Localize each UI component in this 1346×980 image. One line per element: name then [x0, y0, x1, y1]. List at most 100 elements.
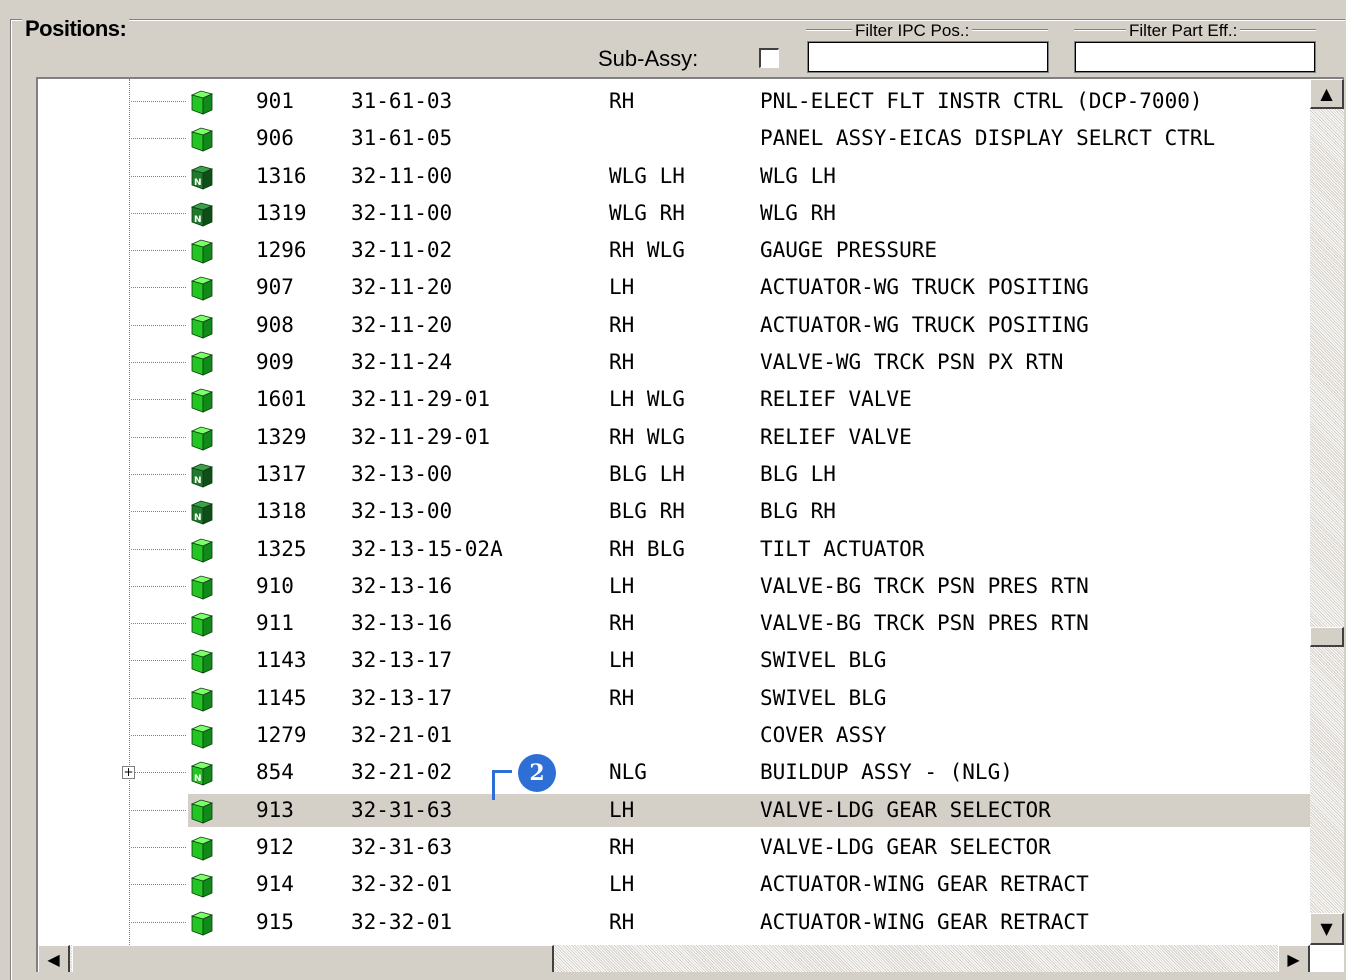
vertical-scroll-thumb[interactable]: [1310, 627, 1344, 647]
expand-node-button[interactable]: +: [122, 766, 135, 780]
ipc-position: 854: [256, 760, 294, 785]
positions-tree-list[interactable]: 901 31-61-03 RH PNL-ELECT FLT INSTR CTRL (D…: [36, 77, 1344, 972]
tree-row[interactable]: 908 32-11-20 RH ACTUATOR-WG TRUCK POSITING: [38, 307, 1310, 344]
part-description: VALVE-WG TRCK PSN PX RTN: [760, 350, 1064, 375]
ipc-number: 32-13-17: [351, 685, 453, 710]
tree-branch-line: [131, 623, 186, 625]
part-effectivity: RH: [609, 312, 635, 337]
tree-branch-line: [131, 324, 186, 326]
tree-row[interactable]: 1279 32-21-01 COVER ASSY: [38, 717, 1310, 754]
scroll-up-button[interactable]: ▲: [1310, 79, 1344, 109]
tree-branch-line: [131, 101, 186, 102]
tree-row[interactable]: 913 32-31-63 LH VALVE-LDG GEAR SELECTOR: [38, 792, 1310, 829]
green-cube-icon: [188, 834, 214, 862]
tree-row[interactable]: N 1316 32-11-00 WLG LH WLG LH: [38, 158, 1310, 195]
ipc-number: 32-11-29-01: [351, 424, 491, 449]
tree-branch-line: [131, 362, 186, 364]
green-cube-icon: [188, 312, 214, 340]
scroll-down-button[interactable]: ▼: [1310, 913, 1344, 945]
tree-row[interactable]: 910 32-13-16 LH VALVE-BG TRCK PSN PRES RTN: [38, 568, 1310, 605]
ipc-number: 32-11-20: [351, 312, 453, 337]
green-cube-icon: [188, 685, 214, 713]
tree-row[interactable]: N 1317 32-13-00 BLG LH BLG LH: [38, 456, 1310, 493]
tree-row[interactable]: + N 854 32-21-02 NLG BUILDUP ASSY - (NLG): [38, 754, 1310, 791]
tree-row[interactable]: 914 32-32-01 LH ACTUATOR-WING GEAR RETRACT: [38, 866, 1310, 903]
tree-branch-line: [131, 287, 186, 289]
part-effectivity: RH BLG: [609, 536, 685, 561]
part-description: VALVE-LDG GEAR SELECTOR: [760, 834, 1051, 859]
filter-part-eff-input[interactable]: [1074, 41, 1316, 73]
ipc-position: 1601: [256, 387, 307, 412]
part-description: VALVE-BG TRCK PSN PRES RTN: [760, 573, 1089, 598]
part-description: ACTUATOR-WING GEAR RETRACT: [760, 909, 1089, 934]
ipc-number: 31-61-05: [351, 126, 453, 151]
horizontal-scroll-thumb[interactable]: [72, 945, 554, 972]
part-description: BUILDUP ASSY - (NLG): [760, 760, 1013, 785]
tree-row[interactable]: 1143 32-13-17 LH SWIVEL BLG: [38, 642, 1310, 679]
ipc-number: 32-32-01: [351, 872, 453, 897]
part-effectivity: LH: [609, 573, 635, 598]
tree-row[interactable]: 907 32-11-20 LH ACTUATOR-WG TRUCK POSITING: [38, 269, 1310, 306]
tree-branch-line: [131, 175, 186, 177]
svg-text:N: N: [194, 774, 202, 784]
green-cube-icon: [188, 349, 214, 377]
part-description: BLG RH: [760, 499, 836, 524]
green-cube-icon: [188, 424, 214, 452]
tree-row[interactable]: 1145 32-13-17 RH SWIVEL BLG: [38, 680, 1310, 717]
part-description: GAUGE PRESSURE: [760, 238, 938, 263]
ipc-number: 32-11-29-01: [351, 387, 491, 412]
tree-row[interactable]: 915 32-32-01 RH ACTUATOR-WING GEAR RETRACT: [38, 904, 1310, 941]
filter-ipc-input[interactable]: [807, 41, 1049, 73]
tree-branch-line: [131, 436, 186, 438]
svg-text:N: N: [194, 215, 202, 225]
part-description: PANEL ASSY-EICAS DISPLAY SELRCT CTRL: [760, 126, 1216, 151]
part-effectivity: LH WLG: [609, 387, 685, 412]
green-cube-icon: [188, 125, 214, 153]
tree-branch-line: [131, 846, 186, 848]
positions-title: Positions:: [22, 16, 130, 42]
tree-branch-line: [131, 511, 186, 513]
ipc-position: 1319: [256, 200, 307, 225]
tree-branch-line: [131, 735, 186, 737]
svg-text:N: N: [194, 513, 202, 523]
sub-assy-checkbox[interactable]: [759, 48, 779, 68]
part-effectivity: RH: [609, 89, 635, 113]
vertical-scrollbar[interactable]: ▲ ▼: [1310, 79, 1344, 945]
tree-row[interactable]: N 1318 32-13-00 BLG RH BLG RH: [38, 493, 1310, 530]
tree-row[interactable]: 912 32-31-63 RH VALVE-LDG GEAR SELECTOR: [38, 829, 1310, 866]
scroll-left-button[interactable]: ◀: [38, 945, 70, 972]
ipc-number: 32-11-00: [351, 163, 453, 188]
part-description: SWIVEL BLG: [760, 685, 887, 710]
tree-row[interactable]: 909 32-11-24 RH VALVE-WG TRCK PSN PX RTN: [38, 344, 1310, 381]
ipc-position: 1329: [256, 424, 307, 449]
tree-row[interactable]: 1329 32-11-29-01 RH WLG RELIEF VALVE: [38, 419, 1310, 456]
green-cube-icon: [188, 722, 214, 750]
ipc-number: 32-13-00: [351, 461, 453, 486]
ipc-number: 32-32-01: [351, 909, 453, 934]
part-effectivity: RH: [609, 834, 635, 859]
part-effectivity: LH: [609, 872, 635, 897]
part-effectivity: LH: [609, 797, 635, 822]
horizontal-scrollbar[interactable]: ◀ ▶: [38, 945, 1310, 972]
tree-row[interactable]: N 1319 32-11-00 WLG RH WLG RH: [38, 195, 1310, 232]
tree-row[interactable]: 906 31-61-05 PANEL ASSY-EICAS DISPLAY SELR…: [38, 120, 1310, 157]
tree-branch-line: [131, 250, 186, 252]
ipc-position: 908: [256, 312, 294, 337]
tree-row[interactable]: 1296 32-11-02 RH WLG GAUGE PRESSURE: [38, 232, 1310, 269]
scroll-left-icon: ◀: [47, 950, 60, 969]
tree-branch-line: [131, 138, 186, 140]
part-description: VALVE-BG TRCK PSN PRES RTN: [760, 611, 1089, 636]
green-cube-icon: [188, 647, 214, 675]
part-description: BLG LH: [760, 461, 836, 486]
ipc-number: 32-11-00: [351, 200, 453, 225]
ipc-position: 906: [256, 126, 294, 151]
ipc-position: 1317: [256, 461, 307, 486]
tree-row[interactable]: 911 32-13-16 RH VALVE-BG TRCK PSN PRES RTN: [38, 605, 1310, 642]
part-description: VALVE-LDG GEAR SELECTOR: [760, 797, 1051, 822]
tree-row[interactable]: 1325 32-13-15-02A RH BLG TILT ACTUATOR: [38, 531, 1310, 568]
scroll-right-button[interactable]: ▶: [1278, 945, 1310, 972]
tree-branch-line: [131, 809, 186, 811]
green-cube-icon: [188, 797, 214, 825]
tree-row[interactable]: 901 31-61-03 RH PNL-ELECT FLT INSTR CTRL (D…: [38, 83, 1310, 120]
tree-row[interactable]: 1601 32-11-29-01 LH WLG RELIEF VALVE: [38, 381, 1310, 418]
